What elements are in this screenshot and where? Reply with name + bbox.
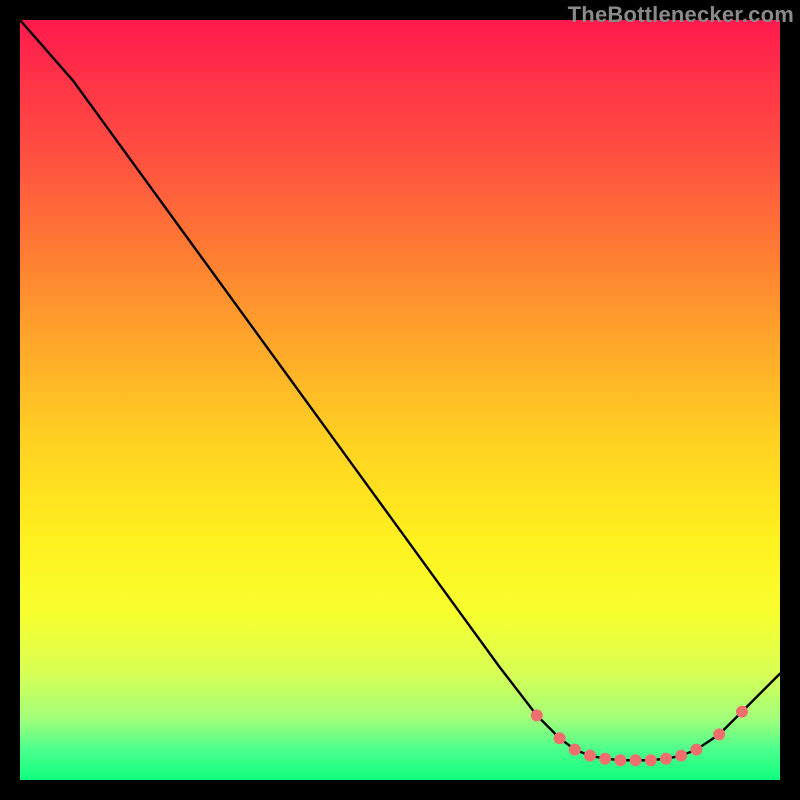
curve-marker bbox=[645, 754, 657, 766]
curve-marker bbox=[554, 732, 566, 744]
curve-marker bbox=[614, 754, 626, 766]
curve-marker bbox=[713, 728, 725, 740]
curve-marker bbox=[584, 750, 596, 762]
curve-marker bbox=[736, 706, 748, 718]
curve-marker bbox=[569, 744, 581, 756]
curve-marker bbox=[675, 750, 687, 762]
curve-marker bbox=[630, 754, 642, 766]
curve-marker bbox=[599, 753, 611, 765]
watermark-text: TheBottlenecker.com bbox=[568, 2, 794, 28]
bottleneck-curve bbox=[20, 20, 780, 760]
chart-plot-area bbox=[20, 20, 780, 780]
chart-svg bbox=[20, 20, 780, 780]
chart-frame: TheBottlenecker.com bbox=[0, 0, 800, 800]
curve-marker bbox=[690, 744, 702, 756]
curve-marker bbox=[660, 753, 672, 765]
curve-markers bbox=[531, 706, 748, 767]
curve-marker bbox=[531, 709, 543, 721]
